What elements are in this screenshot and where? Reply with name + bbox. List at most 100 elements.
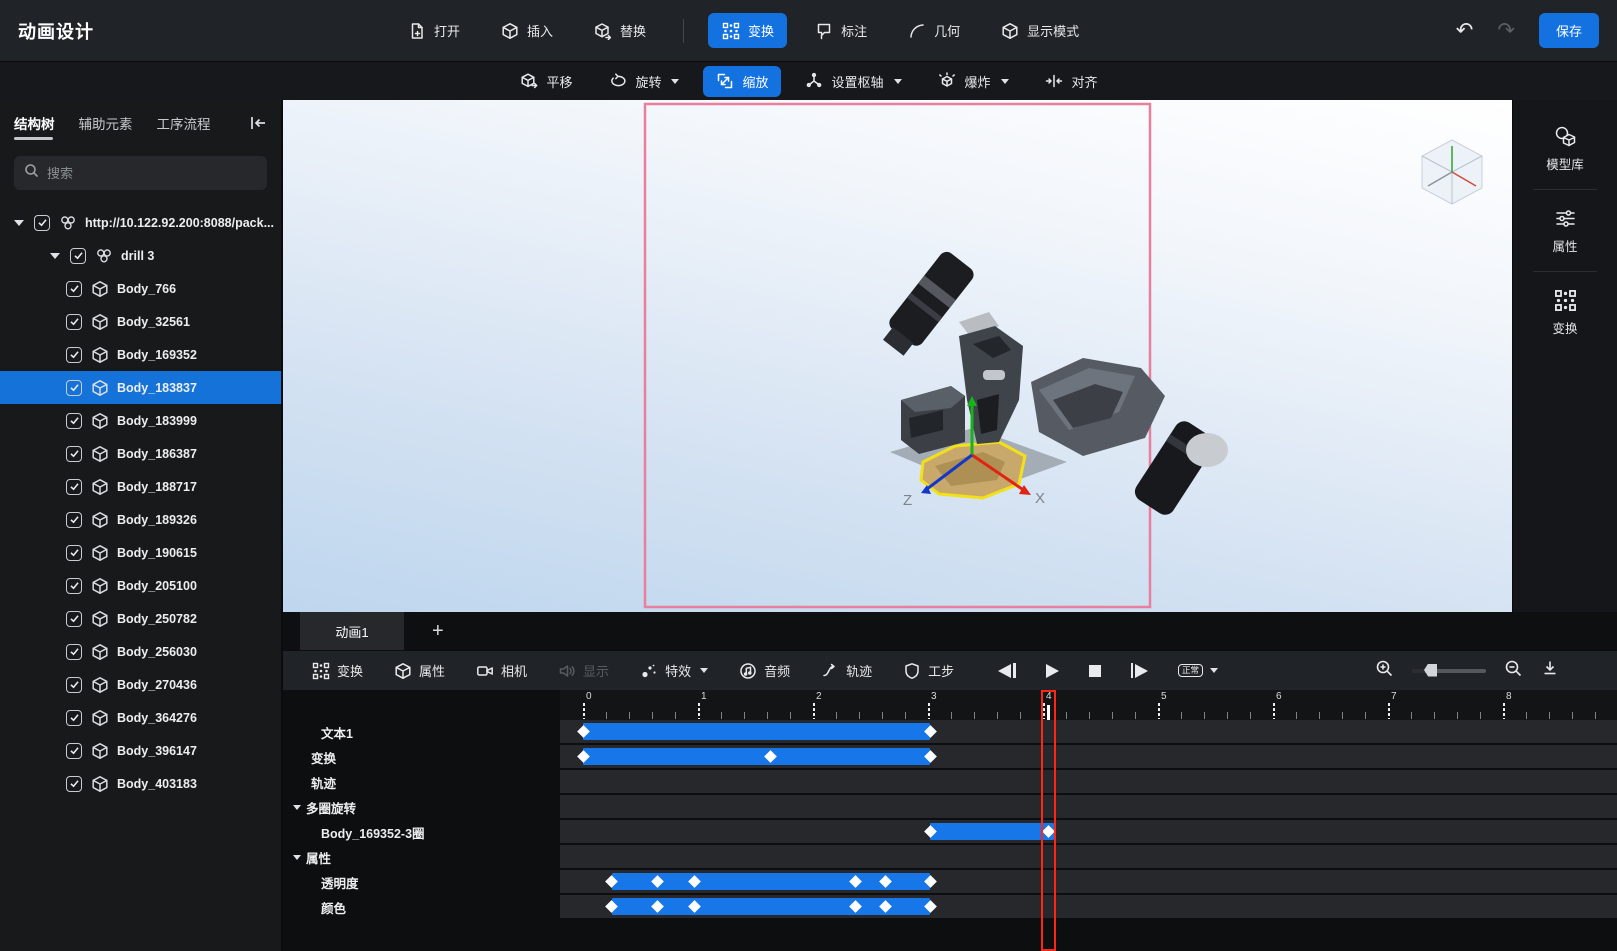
tree-item-body-189326[interactable]: Body_189326 bbox=[0, 503, 281, 536]
checkbox[interactable] bbox=[66, 379, 82, 396]
animation-tab[interactable]: 动画1 bbox=[300, 612, 404, 650]
tree-item-body-169352[interactable]: Body_169352 bbox=[0, 338, 281, 371]
panel-sliders-button[interactable]: 属性 bbox=[1513, 200, 1617, 261]
timeline-ruler[interactable]: 012345678 bbox=[560, 690, 1617, 720]
part-gearbox[interactable] bbox=[1031, 358, 1165, 456]
zoom-in-icon[interactable] bbox=[1375, 659, 1394, 683]
edit-scale-button[interactable]: 缩放 bbox=[703, 65, 781, 97]
top-display-mode-cube-button[interactable]: 显示模式 bbox=[987, 13, 1092, 48]
collapse-sidebar-icon[interactable] bbox=[249, 115, 267, 131]
timeline-camera-button[interactable]: 相机 bbox=[473, 656, 529, 685]
track-lanes-column[interactable]: 012345678 bbox=[560, 690, 1617, 951]
panel-transform-dots-button[interactable]: 变换 bbox=[1513, 282, 1617, 343]
caret-down-icon[interactable] bbox=[50, 252, 60, 259]
tree-item-body-766[interactable]: Body_766 bbox=[0, 272, 281, 305]
slider-handle[interactable] bbox=[1424, 663, 1437, 677]
viewport-3d[interactable]: X Z bbox=[283, 100, 1512, 612]
playhead-marker[interactable] bbox=[1047, 705, 1051, 720]
search-input[interactable] bbox=[47, 165, 257, 181]
edit-rotate-button[interactable]: 旋转 bbox=[596, 66, 691, 97]
add-animation-button[interactable]: + bbox=[432, 620, 444, 643]
tree-item-body-205100[interactable]: Body_205100 bbox=[0, 569, 281, 602]
playhead[interactable] bbox=[1041, 690, 1057, 951]
checkbox[interactable] bbox=[34, 214, 50, 231]
tree-item-body-183837[interactable]: Body_183837 bbox=[0, 371, 281, 404]
timeline-audio-button[interactable]: 音频 bbox=[736, 656, 792, 685]
redo-button[interactable]: ↷ bbox=[1497, 20, 1515, 41]
edit-pivot-button[interactable]: 设置枢轴 bbox=[793, 66, 914, 97]
checkbox[interactable] bbox=[66, 478, 82, 495]
track-lane[interactable] bbox=[560, 720, 1617, 745]
play-mode-select[interactable]: 正常 bbox=[1178, 663, 1219, 678]
caret-down-icon[interactable] bbox=[14, 219, 24, 226]
top-open-file-button[interactable]: 打开 bbox=[394, 13, 473, 48]
top-insert-cube-button[interactable]: 插入 bbox=[487, 13, 566, 48]
tree-item-http-10-122-92-200-8088-pack-[interactable]: http://10.122.92.200:8088/pack... bbox=[0, 206, 281, 239]
checkbox[interactable] bbox=[66, 610, 82, 627]
track-label-row[interactable]: Body_169352-3圈 bbox=[283, 820, 560, 845]
checkbox[interactable] bbox=[66, 544, 82, 561]
checkbox[interactable] bbox=[70, 247, 86, 264]
edit-explode-button[interactable]: 爆炸 bbox=[926, 66, 1021, 97]
checkbox[interactable] bbox=[66, 511, 82, 528]
checkbox[interactable] bbox=[66, 313, 82, 330]
checkbox[interactable] bbox=[66, 775, 82, 792]
checkbox[interactable] bbox=[66, 280, 82, 297]
timeline-prop-cube-button[interactable]: 属性 bbox=[391, 656, 447, 685]
checkbox[interactable] bbox=[66, 346, 82, 363]
checkbox[interactable] bbox=[66, 445, 82, 462]
top-replace-cube-button[interactable]: 替换 bbox=[580, 13, 659, 48]
top-geometry-arc-button[interactable]: 几何 bbox=[894, 13, 973, 48]
checkbox[interactable] bbox=[66, 676, 82, 693]
tree-item-body-32561[interactable]: Body_32561 bbox=[0, 305, 281, 338]
tree-item-body-250782[interactable]: Body_250782 bbox=[0, 602, 281, 635]
search-box[interactable] bbox=[14, 156, 267, 190]
tree-item-body-270436[interactable]: Body_270436 bbox=[0, 668, 281, 701]
track-label-row[interactable]: 透明度 bbox=[283, 870, 560, 895]
track-label-row[interactable]: 多圈旋转 bbox=[283, 795, 560, 820]
checkbox[interactable] bbox=[66, 577, 82, 594]
track-lane[interactable] bbox=[560, 770, 1617, 795]
keyframe-bar[interactable] bbox=[583, 723, 931, 740]
keyframe-bar[interactable] bbox=[583, 748, 931, 765]
stop-button[interactable] bbox=[1088, 664, 1101, 677]
tree-item-body-186387[interactable]: Body_186387 bbox=[0, 437, 281, 470]
track-lane[interactable] bbox=[560, 845, 1617, 870]
track-label-row[interactable]: 轨迹 bbox=[283, 770, 560, 795]
checkbox[interactable] bbox=[66, 742, 82, 759]
undo-button[interactable]: ↶ bbox=[1456, 20, 1474, 41]
timeline-transform-dots-button[interactable]: 变换 bbox=[309, 656, 365, 685]
track-lane[interactable] bbox=[560, 895, 1617, 920]
play-button[interactable] bbox=[1045, 663, 1059, 678]
track-label-row[interactable]: 属性 bbox=[283, 845, 560, 870]
tree-item-body-364276[interactable]: Body_364276 bbox=[0, 701, 281, 734]
track-label-row[interactable]: 变换 bbox=[283, 745, 560, 770]
top-annotate-flag-button[interactable]: 标注 bbox=[801, 13, 880, 48]
timeline-display-button[interactable]: 显示 bbox=[555, 656, 611, 685]
caret-down-icon[interactable] bbox=[293, 805, 301, 810]
save-button[interactable]: 保存 bbox=[1538, 13, 1599, 48]
tree-item-body-403183[interactable]: Body_403183 bbox=[0, 767, 281, 800]
caret-down-icon[interactable] bbox=[293, 855, 301, 860]
track-lane[interactable] bbox=[560, 870, 1617, 895]
timeline-zoom-slider[interactable] bbox=[1412, 663, 1486, 677]
view-cube[interactable] bbox=[1414, 134, 1490, 210]
keyframe-bar[interactable] bbox=[930, 823, 1055, 840]
tab-auxiliary-elements[interactable]: 辅助元素 bbox=[79, 100, 133, 146]
zoom-out-icon[interactable] bbox=[1504, 659, 1523, 683]
tree-item-body-183999[interactable]: Body_183999 bbox=[0, 404, 281, 437]
part-battery[interactable] bbox=[901, 386, 965, 454]
panel-model-library-button[interactable]: 模型库 bbox=[1513, 118, 1617, 179]
timeline-workstep-button[interactable]: 工步 bbox=[900, 656, 956, 685]
tree-item-body-188717[interactable]: Body_188717 bbox=[0, 470, 281, 503]
track-label-row[interactable]: 颜色 bbox=[283, 895, 560, 920]
tab-process-flow[interactable]: 工序流程 bbox=[157, 100, 211, 146]
checkbox[interactable] bbox=[66, 412, 82, 429]
track-lane[interactable] bbox=[560, 795, 1617, 820]
step-forward-button[interactable] bbox=[1130, 663, 1148, 678]
checkbox[interactable] bbox=[66, 643, 82, 660]
part-handle[interactable] bbox=[959, 326, 1023, 444]
tab-structure-tree[interactable]: 结构树 bbox=[14, 100, 55, 146]
checkbox[interactable] bbox=[66, 709, 82, 726]
edit-pan-cube-button[interactable]: 平移 bbox=[507, 66, 584, 97]
